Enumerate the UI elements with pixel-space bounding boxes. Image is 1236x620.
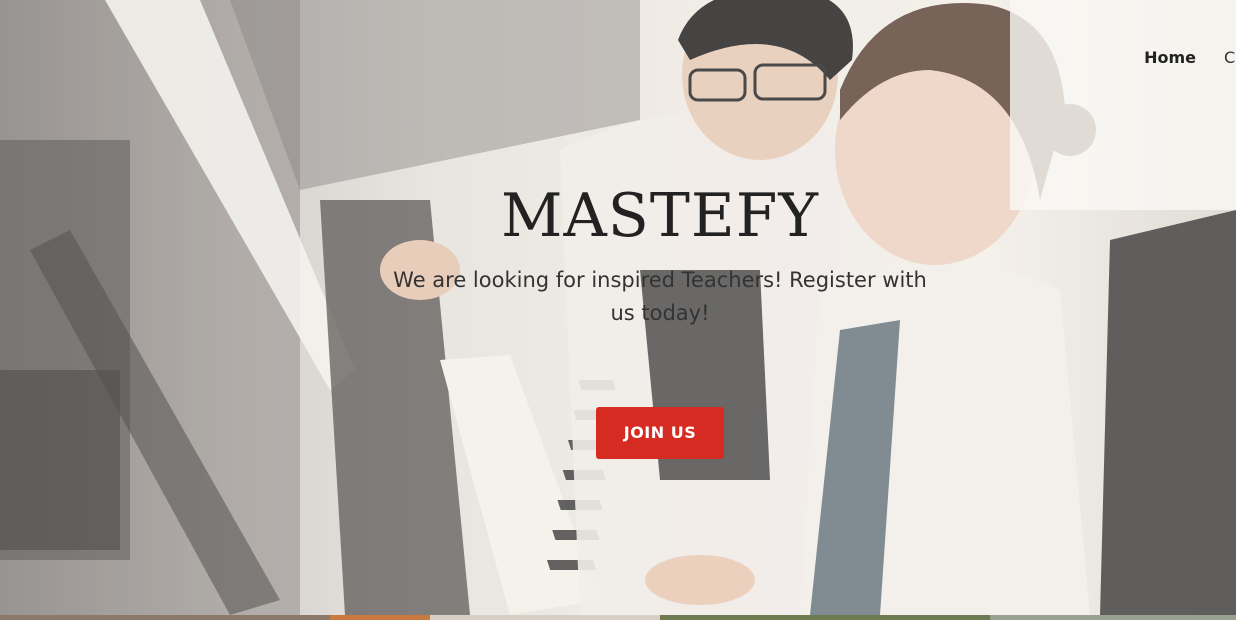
nav-link-home[interactable]: Home xyxy=(1144,48,1196,67)
strip-segment xyxy=(0,615,330,620)
hero-tagline: We are looking for inspired Teachers! Re… xyxy=(393,268,927,325)
hero-section: Home C MASTEFY We are looking for inspir… xyxy=(0,0,1236,615)
strip-segment xyxy=(430,615,660,620)
strip-segment xyxy=(330,615,430,620)
nav-link-partial[interactable]: C xyxy=(1224,48,1236,67)
hero-content: MASTEFY We are looking for inspired Teac… xyxy=(360,180,960,459)
bottom-image-strip xyxy=(0,615,1236,620)
brand-title: MASTEFY xyxy=(501,181,819,251)
main-navigation: Home C xyxy=(1144,46,1236,68)
join-us-button[interactable]: JOIN US xyxy=(596,407,724,459)
strip-segment xyxy=(660,615,990,620)
strip-segment xyxy=(990,615,1236,620)
